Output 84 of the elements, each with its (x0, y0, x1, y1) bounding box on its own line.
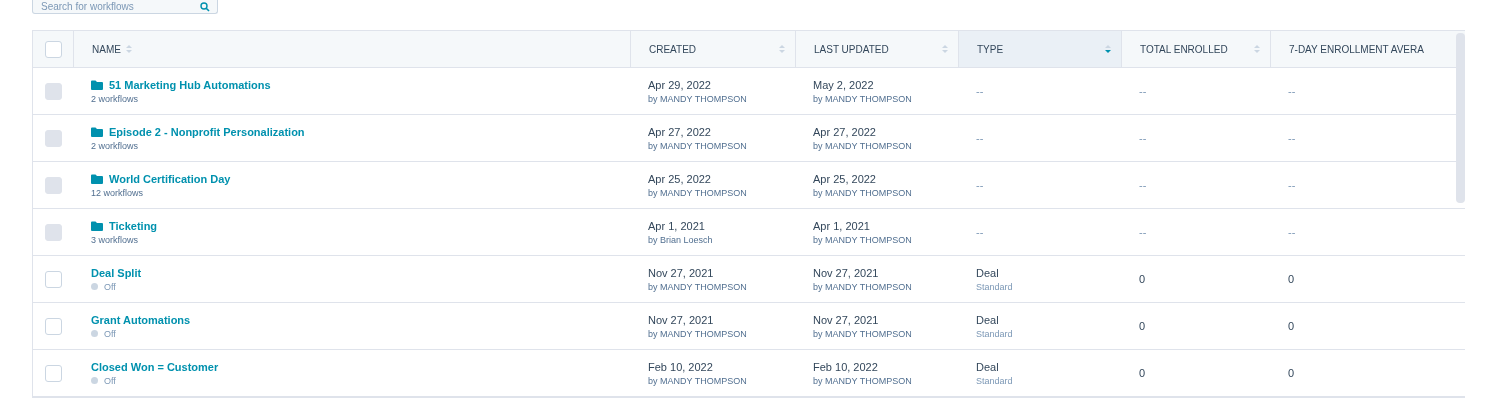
created-date: Apr 1, 2021 (648, 219, 706, 232)
workflow-link[interactable]: Deal Split (91, 266, 142, 279)
count-value: 0 (1288, 320, 1296, 332)
created-by: by MANDY THOMPSON (648, 140, 748, 151)
workflow-count: 2 workflows (91, 93, 139, 104)
created-date: Apr 27, 2022 (648, 125, 712, 138)
type-subtype: Standard (976, 328, 1014, 339)
workflow-count: 2 workflows (91, 140, 139, 151)
created-date: Nov 27, 2021 (648, 313, 715, 326)
empty-value: -- (1139, 179, 1148, 191)
count-value: 0 (1139, 367, 1147, 379)
created-by: by MANDY THOMPSON (648, 187, 748, 198)
count-value: 0 (1139, 273, 1147, 285)
column-header[interactable]: CREATED (649, 43, 697, 55)
created-date: Feb 10, 2022 (648, 360, 714, 373)
created-by: by MANDY THOMPSON (648, 93, 748, 104)
type-subtype: Standard (976, 375, 1014, 386)
updated-date: Apr 1, 2021 (813, 219, 871, 232)
updated-by: by MANDY THOMPSON (813, 234, 913, 245)
folder-icon (91, 220, 103, 231)
empty-value: -- (1288, 226, 1297, 238)
select-all-checkbox[interactable] (44, 40, 62, 58)
folder-icon (91, 79, 103, 90)
empty-value: -- (1288, 179, 1297, 191)
created-by: by MANDY THOMPSON (648, 328, 748, 339)
created-date: Apr 29, 2022 (648, 78, 712, 91)
updated-date: May 2, 2022 (813, 78, 875, 91)
updated-by: by MANDY THOMPSON (813, 375, 913, 386)
type-label: Deal (976, 360, 1000, 373)
created-date: Nov 27, 2021 (648, 266, 715, 279)
count-value: 0 (1288, 273, 1296, 285)
updated-by: by MANDY THOMPSON (813, 140, 913, 151)
search-icon[interactable] (200, 2, 210, 12)
workflow-link[interactable]: Grant Automations (91, 313, 191, 326)
empty-value: -- (1139, 85, 1148, 97)
workflow-count: 3 workflows (91, 234, 139, 245)
updated-by: by MANDY THOMPSON (813, 93, 913, 104)
empty-value: -- (1288, 132, 1297, 144)
sort-descending-icon[interactable] (1105, 44, 1111, 54)
workflow-count: 12 workflows (91, 187, 145, 198)
created-by: by Brian Loesch (648, 234, 714, 245)
empty-value: -- (976, 179, 985, 191)
updated-by: by MANDY THOMPSON (813, 281, 913, 292)
status-label: Off (104, 281, 116, 292)
folder-icon (91, 126, 103, 137)
type-subtype: Standard (976, 281, 1014, 292)
count-value: 0 (1139, 320, 1147, 332)
column-header[interactable]: LAST UPDATED (814, 43, 889, 55)
sort-icon[interactable] (942, 44, 948, 54)
created-date: Apr 25, 2022 (648, 172, 712, 185)
empty-value: -- (1139, 226, 1148, 238)
empty-value: -- (976, 85, 985, 97)
updated-by: by MANDY THOMPSON (813, 187, 913, 198)
column-header[interactable]: NAME (92, 43, 121, 55)
row-checkbox[interactable] (44, 270, 62, 288)
empty-value: -- (1288, 85, 1297, 97)
sort-icon[interactable] (1254, 44, 1260, 54)
empty-value: -- (1139, 132, 1148, 144)
updated-date: Nov 27, 2021 (813, 266, 880, 279)
row-checkbox[interactable] (44, 317, 62, 335)
status-label: Off (104, 328, 116, 339)
workflow-link[interactable]: Closed Won = Customer (91, 360, 219, 373)
empty-value: -- (976, 132, 985, 144)
updated-date: Feb 10, 2022 (813, 360, 879, 373)
updated-date: Nov 27, 2021 (813, 313, 880, 326)
scrollbar-thumb[interactable] (1456, 33, 1465, 203)
column-header[interactable]: TYPE (977, 43, 1004, 55)
count-value: 0 (1288, 367, 1296, 379)
created-by: by MANDY THOMPSON (648, 281, 748, 292)
sort-icon[interactable] (779, 44, 785, 54)
created-by: by MANDY THOMPSON (648, 375, 748, 386)
row-checkbox[interactable] (44, 364, 62, 382)
updated-date: Apr 25, 2022 (813, 172, 877, 185)
type-label: Deal (976, 313, 1000, 326)
column-header[interactable]: 7-DAY ENROLLMENT AVERA (1289, 43, 1424, 55)
status-label: Off (104, 375, 116, 386)
column-header[interactable]: TOTAL ENROLLED (1140, 43, 1228, 55)
empty-value: -- (976, 226, 985, 238)
folder-icon (91, 173, 103, 184)
sort-icon[interactable] (125, 44, 132, 54)
type-label: Deal (976, 266, 1000, 279)
updated-by: by MANDY THOMPSON (813, 328, 913, 339)
search-field[interactable]: Search for workflows (32, 0, 218, 14)
updated-date: Apr 27, 2022 (813, 125, 877, 138)
